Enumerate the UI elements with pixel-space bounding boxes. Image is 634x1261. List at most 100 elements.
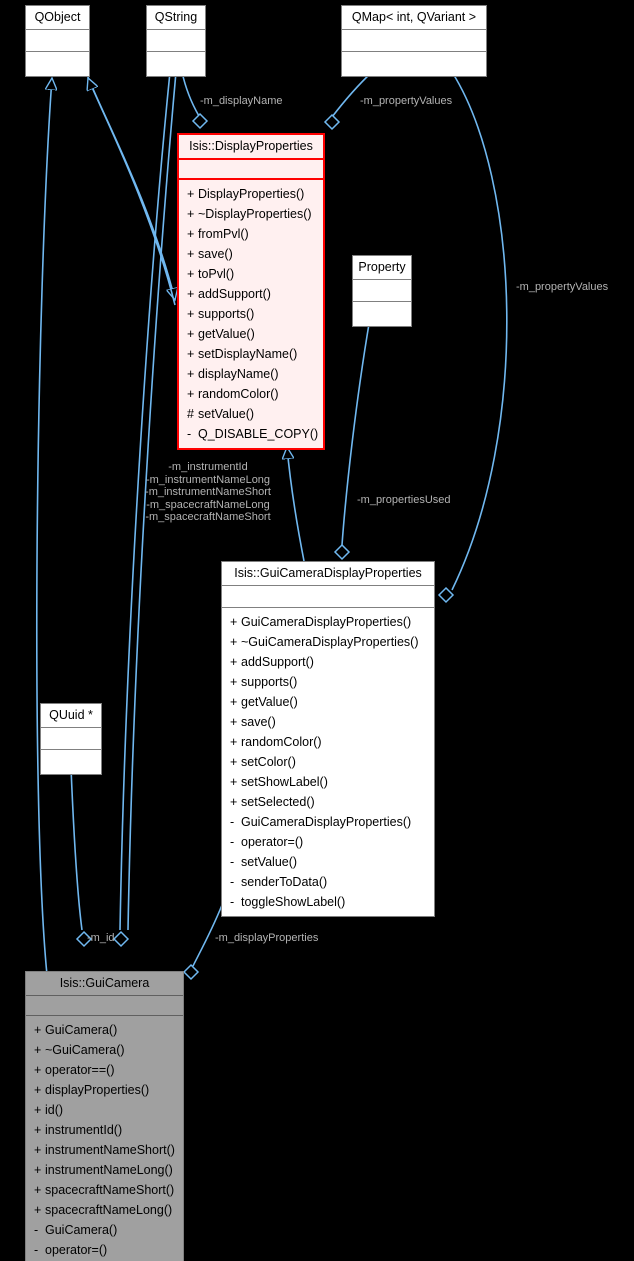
member-label: spacecraftNameShort() xyxy=(45,1182,175,1197)
class-title: QString xyxy=(147,6,205,30)
class-title: Property xyxy=(353,256,411,280)
class-title: QObject xyxy=(26,6,89,30)
member-visibility: - xyxy=(34,1222,39,1237)
member-label: GuiCameraDisplayProperties() xyxy=(241,814,412,829)
class-attributes xyxy=(222,586,434,608)
member-visibility: + xyxy=(187,206,195,221)
class-methods xyxy=(26,52,89,76)
class-member: + setSelected() xyxy=(222,792,434,812)
member-visibility: - xyxy=(230,854,235,869)
member-label: randomColor() xyxy=(198,386,279,401)
member-visibility: + xyxy=(230,794,238,809)
edge-inherit-guicameradisplayproperties-displayproperties xyxy=(287,447,305,562)
class-member: # setValue() xyxy=(179,404,323,424)
class-member: + setColor() xyxy=(222,752,434,772)
class-member: - operator=() xyxy=(26,1240,183,1260)
class-member: + addSupport() xyxy=(179,284,323,304)
member-visibility: + xyxy=(230,694,238,709)
edge-label-display-name: -m_displayName xyxy=(200,95,283,107)
member-visibility: - xyxy=(187,426,192,441)
class-title: QUuid * xyxy=(41,704,101,728)
class-attributes xyxy=(26,996,183,1016)
member-visibility: + xyxy=(230,674,238,689)
class-box-quuid[interactable]: QUuid * xyxy=(40,703,102,775)
member-visibility: - xyxy=(230,894,235,909)
class-member: - setValue() xyxy=(222,852,434,872)
member-label: operator==() xyxy=(45,1062,115,1077)
class-methods: + GuiCamera() + ~GuiCamera() + operator==() + d… xyxy=(26,1016,183,1261)
member-visibility: - xyxy=(230,874,235,889)
class-box-qstring[interactable]: QString xyxy=(146,5,206,77)
class-attributes xyxy=(26,30,89,52)
member-label: GuiCamera() xyxy=(45,1222,118,1237)
member-visibility: + xyxy=(34,1042,42,1057)
edge-label-line: -m_instrumentId xyxy=(168,461,248,473)
member-label: supports() xyxy=(198,306,255,321)
member-label: setShowLabel() xyxy=(241,774,328,789)
class-member: + instrumentId() xyxy=(26,1120,183,1140)
edge-label-properties-used: -m_propertiesUsed xyxy=(357,494,451,506)
uml-class-diagram: QObject QString QMap< int, QVariant > Pr… xyxy=(0,0,634,1261)
class-member: + GuiCameraDisplayProperties() xyxy=(222,612,434,632)
edge-label-property-values-right: -m_propertyValues xyxy=(516,281,609,293)
edge-quuid-id xyxy=(70,767,83,931)
class-member: + toPvl() xyxy=(179,264,323,284)
class-member: + randomColor() xyxy=(222,732,434,752)
edge-qmap-propertyvalues-gcdp xyxy=(451,71,508,591)
member-label: setValue() xyxy=(241,854,298,869)
member-label: GuiCamera() xyxy=(45,1022,118,1037)
member-visibility: + xyxy=(187,386,195,401)
edge-inherit-displayproperties-qobject xyxy=(88,78,176,306)
class-member: + fromPvl() xyxy=(179,224,323,244)
class-attributes xyxy=(41,728,101,750)
class-box-qobject[interactable]: QObject xyxy=(25,5,90,77)
member-visibility: + xyxy=(187,186,195,201)
member-label: getValue() xyxy=(241,694,298,709)
diamond-propertyvalues-gcdp xyxy=(437,586,455,604)
class-member: + getValue() xyxy=(222,692,434,712)
member-visibility: + xyxy=(187,286,195,301)
edge-qstring-displayname xyxy=(181,71,200,117)
member-label: setSelected() xyxy=(241,794,315,809)
class-member: + spacecraftNameLong() xyxy=(26,1200,183,1220)
edge-inherit-guicamera-qobject xyxy=(35,78,52,976)
class-member: + ~GuiCamera() xyxy=(26,1040,183,1060)
class-attributes xyxy=(353,280,411,302)
edge-label-line: -m_instrumentNameShort xyxy=(145,486,271,498)
member-visibility: + xyxy=(34,1082,42,1097)
class-member: + id() xyxy=(26,1100,183,1120)
member-visibility: + xyxy=(230,614,238,629)
member-visibility: + xyxy=(34,1062,42,1077)
class-member: - operator=() xyxy=(222,832,434,852)
diamond-displayproperties xyxy=(182,963,200,981)
diamond-propertiesused xyxy=(333,543,351,561)
member-label: operator=() xyxy=(241,834,304,849)
member-visibility: + xyxy=(34,1142,42,1157)
class-box-property[interactable]: Property xyxy=(352,255,412,327)
edge-label-instrument-fields: -m_instrumentId -m_instrumentNameLong -m_i… xyxy=(128,461,288,524)
member-label: senderToData() xyxy=(241,874,328,889)
member-label: toPvl() xyxy=(198,266,235,281)
class-box-gui-camera-display-properties[interactable]: Isis::GuiCameraDisplayProperties + GuiCam… xyxy=(221,561,435,917)
class-box-qmap[interactable]: QMap< int, QVariant > xyxy=(341,5,487,77)
member-label: spacecraftNameLong() xyxy=(45,1202,173,1217)
class-box-gui-camera[interactable]: Isis::GuiCamera + GuiCamera() + ~GuiCamera(… xyxy=(25,971,184,1261)
member-label: save() xyxy=(241,714,276,729)
member-visibility: + xyxy=(34,1122,42,1137)
diamond-displayname xyxy=(191,112,209,130)
class-member: + spacecraftNameShort() xyxy=(26,1180,183,1200)
class-member: - senderToData() xyxy=(222,872,434,892)
edge-label-line: -m_instrumentNameLong xyxy=(145,473,271,486)
edge-label-id: -m_id xyxy=(87,932,115,944)
member-visibility: + xyxy=(230,774,238,789)
member-visibility: + xyxy=(230,714,238,729)
class-methods xyxy=(147,52,205,76)
class-member: + instrumentNameLong() xyxy=(26,1160,183,1180)
member-visibility: + xyxy=(187,226,195,241)
member-visibility: + xyxy=(187,346,195,361)
member-visibility: + xyxy=(34,1162,42,1177)
member-visibility: + xyxy=(230,734,238,749)
member-visibility: + xyxy=(230,634,238,649)
class-box-display-properties[interactable]: Isis::DisplayProperties + DisplayProperti… xyxy=(177,133,325,450)
class-methods xyxy=(353,302,411,326)
